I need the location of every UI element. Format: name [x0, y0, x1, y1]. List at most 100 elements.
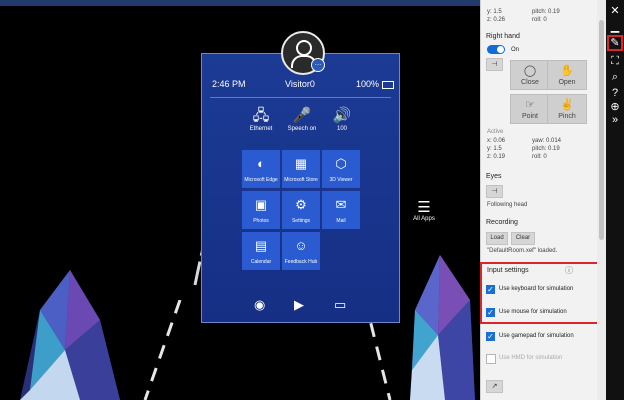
right-hand-toggle[interactable] — [487, 45, 505, 54]
toggle-knob — [497, 46, 504, 53]
status-bar: 2:46 PM Visitor0 100% — [202, 79, 399, 95]
right-hand-title: Right hand — [486, 33, 520, 40]
highlight-box — [480, 262, 605, 324]
cube-icon: ⬡ — [335, 156, 347, 171]
start-menu: 2:46 PM Visitor0 100% 🖧 Ethernet 🎤 Speec… — [201, 53, 400, 323]
window-edge — [0, 0, 480, 6]
gesture-point-button[interactable]: ☞ Point — [510, 94, 550, 124]
gamepad-option-label: Use gamepad for simulation — [499, 333, 574, 339]
gesture-open-button[interactable]: ✋ Open — [547, 60, 587, 90]
quick-action-speech[interactable]: 🎤 Speech on — [280, 106, 324, 132]
crystal-decoration-left — [20, 270, 120, 400]
head-pitch: pitch: 0.19 — [532, 9, 560, 15]
point-gesture-icon: ☞ — [525, 99, 535, 111]
quick-action-label: Ethernet — [249, 126, 273, 132]
battery-status: 100% — [356, 79, 395, 89]
camera-icon[interactable]: ◉ — [254, 297, 265, 313]
close-icon[interactable]: ✕ — [607, 3, 623, 19]
pin-icon: ⊣ — [491, 61, 498, 68]
minimize-icon[interactable]: ▁ — [607, 19, 623, 35]
eyes-title: Eyes — [486, 173, 502, 180]
settings-icon: ⚙ — [295, 197, 307, 212]
tile-label: Microsoft Edge — [244, 177, 278, 183]
quick-action-volume[interactable]: 🔊 100 — [320, 106, 364, 132]
tile-mail[interactable]: ✉ Mail — [322, 191, 360, 229]
pin-hand-button[interactable]: ⊣ — [486, 58, 503, 71]
active-label: Active — [487, 129, 504, 135]
head-roll: roll: 0 — [532, 17, 547, 23]
all-apps-button[interactable]: ☰ All Apps — [410, 199, 438, 223]
hand-pitch: pitch: 0.19 — [532, 146, 560, 152]
microphone-icon: 🎤 — [292, 107, 312, 124]
tile-calendar[interactable]: ▤ Calendar — [242, 232, 280, 270]
more-icon: … — [311, 58, 325, 72]
emulator-toolbar: ✕ ▁ ✎ ⛶ ⌕ ? ⊕ » — [606, 0, 624, 400]
emulator-viewport[interactable]: 2:46 PM Visitor0 100% 🖧 Ethernet 🎤 Speec… — [0, 0, 480, 400]
avatar[interactable]: … — [281, 31, 325, 75]
load-button[interactable]: Load — [486, 232, 508, 245]
pin-icon: ⊣ — [491, 188, 498, 195]
tile-microsoft-edge[interactable]: ◐ Microsoft Edge — [242, 150, 280, 188]
gesture-label: Close — [521, 79, 539, 86]
gesture-label: Open — [558, 79, 576, 86]
tile-label: Settings — [291, 218, 311, 224]
hand-x: x: 0.06 — [487, 138, 506, 144]
gesture-pinch-button[interactable]: ✌ Pinch — [547, 94, 587, 124]
tile-3d-viewer[interactable]: ⬡ 3D Viewer — [322, 150, 360, 188]
expand-icon[interactable]: » — [607, 112, 623, 128]
video-icon[interactable]: ▶ — [294, 297, 304, 313]
crystal-decoration-right — [410, 255, 475, 400]
export-icon: ↗ — [491, 383, 498, 390]
hand-y: y: 1.5 — [487, 146, 502, 152]
recording-status: "DefaultRoom.xef" loaded. — [487, 248, 558, 254]
battery-label: 100% — [356, 79, 380, 89]
tile-label: Calendar — [250, 259, 272, 265]
hmd-checkbox[interactable] — [486, 354, 496, 364]
panel-scrollbar[interactable] — [597, 0, 606, 400]
gamepad-checkbox[interactable]: ✓ — [486, 332, 495, 341]
tile-settings[interactable]: ⚙ Settings — [282, 191, 320, 229]
gesture-close-button[interactable]: ◯ Close — [510, 60, 550, 90]
tile-label: Mail — [336, 218, 346, 224]
all-apps-label: All Apps — [413, 216, 435, 222]
tile-photos[interactable]: ▣ Photos — [242, 191, 280, 229]
hand-roll: roll: 0 — [532, 154, 547, 160]
hand-z: z: 0.19 — [487, 154, 506, 160]
floor-guide-left — [143, 300, 182, 400]
quick-action-label: Speech on — [287, 126, 317, 132]
tile-feedback-hub[interactable]: ☺ Feedback Hub — [282, 232, 320, 270]
battery-icon — [382, 80, 395, 89]
feedback-icon: ☺ — [294, 238, 308, 253]
tools-panel-icon[interactable]: ✎ — [607, 35, 623, 51]
recording-title: Recording — [486, 219, 518, 226]
avatar-head — [296, 40, 312, 56]
pin-eyes-button[interactable]: ⊣ — [486, 185, 503, 198]
tile-microsoft-store[interactable]: ▦ Microsoft Store — [282, 150, 320, 188]
export-button[interactable]: ↗ — [486, 380, 503, 393]
eyes-status: Following head — [487, 202, 528, 208]
hmd-option-label: Use HMD for simulation — [499, 355, 563, 361]
clock: 2:46 PM — [212, 79, 246, 89]
scrollbar-thumb[interactable] — [599, 20, 604, 240]
hand-yaw: yaw: 0.014 — [532, 138, 562, 144]
open-hand-icon: ✋ — [560, 65, 574, 77]
quick-action-ethernet[interactable]: 🖧 Ethernet — [239, 106, 283, 132]
fit-screen-icon[interactable]: ⛶ — [607, 53, 623, 69]
store-icon: ▦ — [294, 156, 308, 171]
tile-label: Microsoft Store — [284, 177, 318, 183]
pinch-gesture-icon: ✌ — [560, 99, 574, 111]
head-z: z: 0.26 — [487, 17, 506, 23]
quick-action-label: 100 — [336, 126, 347, 132]
list-icon: ☰ — [417, 199, 431, 216]
edge-icon: ◐ — [257, 156, 265, 171]
cast-icon[interactable]: ▭ — [334, 297, 346, 313]
speaker-icon: 🔊 — [332, 107, 352, 124]
tile-label: Photos — [253, 218, 269, 224]
gesture-label: Point — [522, 113, 538, 120]
clear-button[interactable]: Clear — [511, 232, 535, 245]
user-name: Visitor0 — [285, 79, 315, 89]
zoom-icon[interactable]: ⌕ — [607, 69, 623, 85]
gesture-label: Pinch — [558, 113, 576, 120]
divider — [210, 97, 391, 98]
close-gesture-icon: ◯ — [523, 65, 537, 77]
